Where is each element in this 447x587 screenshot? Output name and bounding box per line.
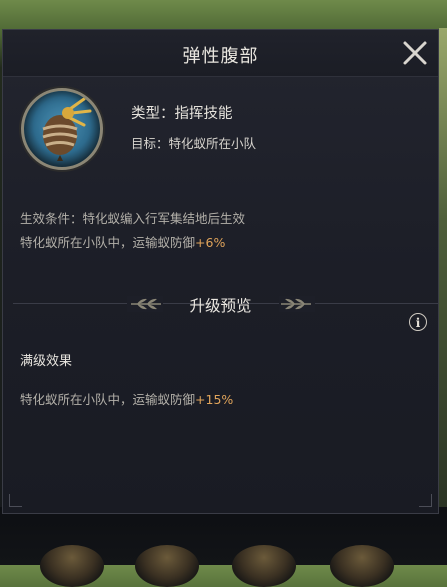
current-effect-text: 特化蚁所在小队中，运输蚁防御 <box>20 235 196 250</box>
max-effect-text: 特化蚁所在小队中，运输蚁防御 <box>20 392 196 407</box>
close-button[interactable] <box>398 36 432 70</box>
background-orb <box>232 545 296 587</box>
title-bar: 弹性腹部 <box>3 30 438 77</box>
skill-type-label: 类型： <box>131 106 175 122</box>
ant-abdomen-icon <box>21 88 103 170</box>
current-effect-value: +6% <box>195 235 226 250</box>
skill-type-value: 指挥技能 <box>174 106 233 122</box>
background-orb <box>330 545 394 587</box>
max-effect-value: +15% <box>195 392 234 407</box>
close-icon <box>403 41 427 65</box>
max-level-effect: 特化蚁所在小队中，运输蚁防御+15% <box>20 389 233 408</box>
current-effect: 特化蚁所在小队中，运输蚁防御+6% <box>20 232 225 251</box>
laurel-right-icon <box>279 296 315 312</box>
corner-ornament <box>9 494 22 507</box>
background-strip <box>439 28 447 513</box>
max-level-label: 满级效果 <box>20 354 73 369</box>
skill-target-value: 特化蚁所在小队 <box>168 136 257 151</box>
effect-condition: 生效条件：特化蚁编入行军集结地后生效 <box>20 211 246 226</box>
info-icon[interactable]: i <box>409 313 427 331</box>
skill-target: 目标：特化蚁所在小队 <box>131 133 256 152</box>
background-orb <box>135 545 199 587</box>
skill-type: 类型：指挥技能 <box>131 102 233 123</box>
background-bottom-bar <box>0 507 447 587</box>
background-orb <box>40 545 104 587</box>
upgrade-preview-title: 升级预览 <box>189 297 252 315</box>
skill-target-label: 目标： <box>131 136 169 151</box>
skill-detail-panel: 弹性腹部 类型：指挥技能 目标：特化蚁所在小队 生效条件：特化蚁编入行军集结地后… <box>2 29 439 514</box>
dialog-title: 弹性腹部 <box>182 46 259 67</box>
corner-ornament <box>419 494 432 507</box>
